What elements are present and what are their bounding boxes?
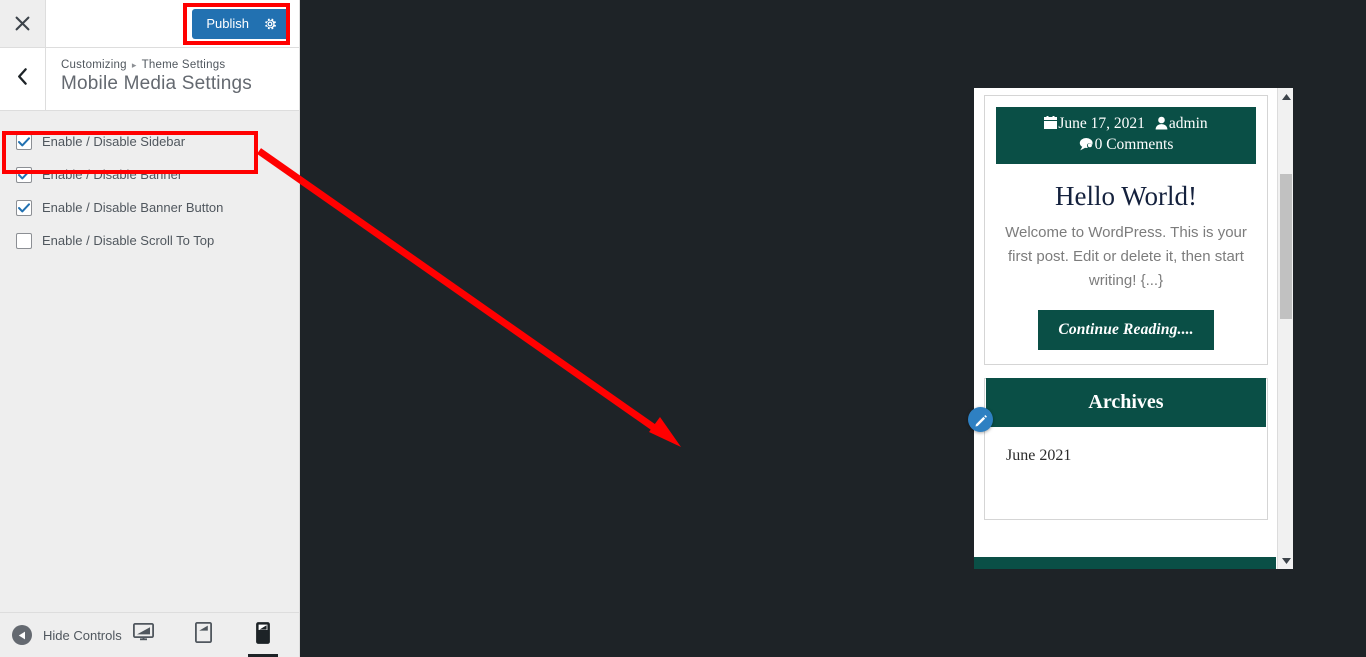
control-label-enable-disable-banner-button: Enable / Disable Banner Button	[42, 200, 224, 215]
breadcrumb-texts: Customizing ▸ Theme Settings Mobile Medi…	[46, 48, 252, 110]
archives-widget: Archives June 2021	[984, 377, 1268, 520]
archives-widget-title: Archives	[986, 377, 1266, 427]
scroll-up-arrow-icon[interactable]	[1278, 88, 1294, 105]
preview-scrollbar[interactable]	[1277, 88, 1293, 569]
post-date: June 17, 2021	[1058, 115, 1145, 132]
back-button[interactable]	[0, 48, 46, 110]
breadcrumb-bar: Customizing ▸ Theme Settings Mobile Medi…	[0, 48, 299, 111]
user-icon	[1155, 116, 1168, 130]
site-preview: June 17, 2021 admin 0 Comments Hello World…	[974, 88, 1276, 569]
post-comments-group: 0 Comments	[1079, 135, 1174, 153]
panel-footer: Hide Controls	[0, 612, 299, 657]
continue-reading-button[interactable]: Continue Reading....	[1038, 309, 1214, 350]
checkbox-enable-disable-scroll-to-top[interactable]	[16, 232, 32, 249]
control-label-enable-disable-sidebar: Enable / Disable Sidebar	[42, 134, 186, 149]
desktop-icon	[132, 622, 154, 647]
post-excerpt: Welcome to WordPress. This is your first…	[1005, 223, 1247, 290]
header-spacer	[46, 0, 192, 47]
comment-icon	[1079, 137, 1094, 151]
site-footer-bar	[974, 557, 1276, 569]
breadcrumb-section[interactable]: Theme Settings	[142, 59, 226, 71]
page-title: Mobile Media Settings	[61, 73, 252, 94]
checkbox-enable-disable-banner-button[interactable]	[16, 199, 32, 216]
breadcrumb-separator-icon: ▸	[131, 59, 137, 70]
customizer-screen: June 17, 2021 admin 0 Comments Hello World…	[0, 0, 1366, 657]
hide-controls-label: Hide Controls	[43, 627, 122, 643]
close-customizer-button[interactable]	[0, 0, 46, 47]
breadcrumb: Customizing ▸ Theme Settings	[61, 59, 252, 71]
control-row-enable-disable-scroll-to-top[interactable]: Enable / Disable Scroll To Top	[0, 224, 299, 257]
breadcrumb-root[interactable]: Customizing	[61, 59, 127, 71]
desktop-preview-button[interactable]	[123, 613, 163, 657]
control-label-enable-disable-scroll-to-top: Enable / Disable Scroll To Top	[42, 233, 215, 248]
customizer-panel: Publish Customizing ▸ Theme Settings Mob…	[0, 0, 300, 657]
publish-button-label: Publish	[206, 16, 249, 31]
post-date-group: June 17, 2021	[1044, 115, 1145, 132]
mobile-preview-button[interactable]	[243, 613, 283, 657]
publish-area: Publish	[192, 0, 299, 47]
device-preview-switcher	[123, 613, 299, 657]
post-card: June 17, 2021 admin 0 Comments Hello World…	[984, 95, 1268, 365]
controls-list: Enable / Disable Sidebar Enable / Disabl…	[0, 111, 299, 257]
post-author-group: admin	[1155, 115, 1208, 132]
checkbox-enable-disable-banner[interactable]	[16, 166, 32, 183]
control-row-enable-disable-banner[interactable]: Enable / Disable Banner	[0, 158, 299, 191]
archives-widget-item[interactable]: June 2021	[985, 427, 1267, 465]
collapse-left-icon	[12, 625, 32, 645]
calendar-icon	[1044, 116, 1058, 130]
control-label-enable-disable-banner: Enable / Disable Banner	[42, 167, 183, 182]
post-meta: June 17, 2021 admin 0 Comments	[996, 107, 1256, 164]
post-author: admin	[1168, 115, 1208, 132]
pencil-edit-icon[interactable]	[968, 407, 993, 432]
archives-widget-spacer	[985, 465, 1267, 505]
checkbox-enable-disable-sidebar[interactable]	[16, 133, 32, 150]
mobile-icon	[256, 621, 270, 649]
tablet-preview-button[interactable]	[183, 613, 223, 657]
mobile-preview-frame: June 17, 2021 admin 0 Comments Hello World…	[974, 88, 1293, 569]
publish-button[interactable]: Publish	[192, 8, 289, 39]
post-comments: 0 Comments	[1094, 135, 1174, 153]
panel-header: Publish	[0, 0, 299, 48]
control-row-enable-disable-banner-button[interactable]: Enable / Disable Banner Button	[0, 191, 299, 224]
gear-icon[interactable]	[263, 17, 277, 31]
tablet-icon	[194, 621, 212, 648]
control-row-enable-disable-sidebar[interactable]: Enable / Disable Sidebar	[0, 125, 299, 158]
scrollbar-thumb[interactable]	[1280, 174, 1292, 319]
hide-controls-button[interactable]: Hide Controls	[0, 625, 122, 645]
post-title: Hello World!	[1054, 180, 1198, 211]
close-x-icon	[15, 16, 30, 31]
preview-backdrop: June 17, 2021 admin 0 Comments Hello World…	[300, 0, 1366, 657]
chevron-left-icon	[17, 68, 28, 90]
scroll-down-arrow-icon[interactable]	[1278, 552, 1294, 569]
